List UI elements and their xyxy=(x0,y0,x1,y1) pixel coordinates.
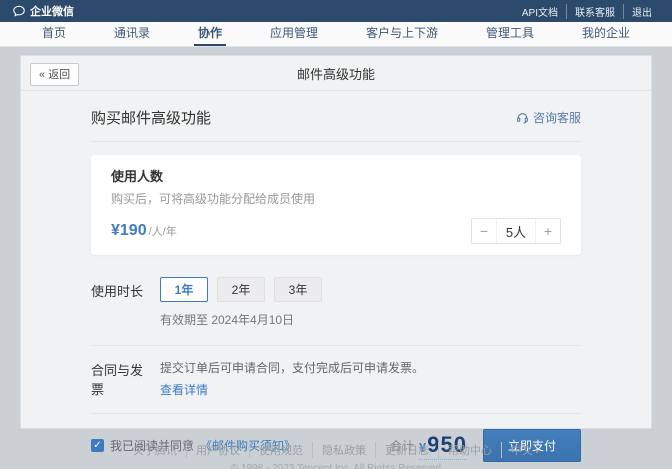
consult-support-label: 咨询客服 xyxy=(533,109,581,126)
panel-header: « 返回 邮件高级功能 xyxy=(21,56,651,91)
brand-name: 企业微信 xyxy=(30,3,74,19)
content-panel: « 返回 邮件高级功能 购买邮件高级功能 咨询客服 使用人数 xyxy=(20,55,652,429)
footer-link-privacy[interactable]: 隐私政策 xyxy=(312,442,375,458)
stepper-minus-button[interactable]: − xyxy=(472,219,496,243)
chevron-down-icon: ▾ xyxy=(535,447,539,456)
heading-row: 购买邮件高级功能 咨询客服 xyxy=(91,91,581,141)
duration-options: 1年 2年 3年 xyxy=(160,277,322,302)
language-label: 中文 xyxy=(511,445,533,457)
user-count-card: 使用人数 购买后，可将高级功能分配给成员使用 ¥190/人/年 − 5人 + xyxy=(91,155,581,255)
main-nav: 首页 通讯录 协作 应用管理 客户与上下游 管理工具 我的企业 xyxy=(0,22,672,47)
tab-customers[interactable]: 客户与上下游 xyxy=(362,22,442,46)
card-title: 使用人数 xyxy=(111,166,561,185)
tab-my-company[interactable]: 我的企业 xyxy=(578,22,634,46)
stepper-plus-button[interactable]: + xyxy=(536,219,560,243)
validity-text: 有效期至 2024年4月10日 xyxy=(160,311,581,328)
contract-description: 提交订单后可申请合同，支付完成后可申请发票。 xyxy=(160,359,424,376)
headset-icon xyxy=(516,111,529,124)
view-details-link[interactable]: 查看详情 xyxy=(160,381,424,398)
panel-body: 购买邮件高级功能 咨询客服 使用人数 购买后，可将高级功能分配给成员使用 xyxy=(21,91,651,462)
back-label: 返回 xyxy=(48,69,70,81)
price-currency: ¥ xyxy=(111,222,120,239)
duration-option-1year[interactable]: 1年 xyxy=(160,277,208,302)
stepper-value[interactable]: 5人 xyxy=(496,219,536,243)
back-chevron-icon: « xyxy=(39,69,45,81)
topbar-links: API文档 联系客服 退出 xyxy=(514,4,660,19)
purchase-heading: 购买邮件高级功能 xyxy=(91,107,211,128)
footer-link-usage-rules[interactable]: 使用规范 xyxy=(249,442,312,458)
contract-section: 合同与发票 提交订单后可申请合同，支付完成后可申请发票。 查看详情 xyxy=(91,346,581,413)
consult-support-link[interactable]: 咨询客服 xyxy=(516,109,581,126)
unit-price: ¥190/人/年 xyxy=(111,222,177,240)
footer-link-changelog[interactable]: 更新日志 xyxy=(375,442,438,458)
duration-label: 使用时长 xyxy=(91,277,146,302)
price-unit: /人/年 xyxy=(149,226,177,238)
footer-link-help-center[interactable]: 帮助中心 xyxy=(438,442,501,458)
copyright: © 1998 - 2023 Tencent Inc. All Rights Re… xyxy=(0,463,672,469)
duration-section: 使用时长 1年 2年 3年 xyxy=(91,277,581,302)
tab-admin-tools[interactable]: 管理工具 xyxy=(482,22,538,46)
divider xyxy=(91,141,581,142)
page-title: 邮件高级功能 xyxy=(297,64,375,83)
quantity-stepper: − 5人 + xyxy=(471,218,561,244)
topbar: 企业微信 API文档 联系客服 退出 xyxy=(0,0,672,22)
logout-link[interactable]: 退出 xyxy=(623,4,660,19)
price-row: ¥190/人/年 − 5人 + xyxy=(111,218,561,244)
tab-contacts[interactable]: 通讯录 xyxy=(110,22,154,46)
footer-link-about[interactable]: 关于腾讯 xyxy=(124,442,186,458)
back-button[interactable]: « 返回 xyxy=(30,63,79,86)
duration-option-2year[interactable]: 2年 xyxy=(217,277,265,302)
tab-app-management[interactable]: 应用管理 xyxy=(266,22,322,46)
footer-link-user-agreement[interactable]: 用户协议 xyxy=(186,442,249,458)
brand: 企业微信 xyxy=(12,3,74,19)
tab-collaboration[interactable]: 协作 xyxy=(194,22,226,46)
tab-home[interactable]: 首页 xyxy=(38,22,70,46)
language-selector[interactable]: 中文▾ xyxy=(501,442,548,458)
contact-support-link[interactable]: 联系客服 xyxy=(566,4,623,19)
card-description: 购买后，可将高级功能分配给成员使用 xyxy=(111,190,561,207)
duration-option-3year[interactable]: 3年 xyxy=(274,277,322,302)
agreement-checkbox[interactable]: ✓ xyxy=(91,439,104,452)
api-docs-link[interactable]: API文档 xyxy=(514,4,566,19)
wechat-work-logo-icon xyxy=(12,4,26,18)
contract-label: 合同与发票 xyxy=(91,359,146,398)
price-value: 190 xyxy=(120,222,147,239)
